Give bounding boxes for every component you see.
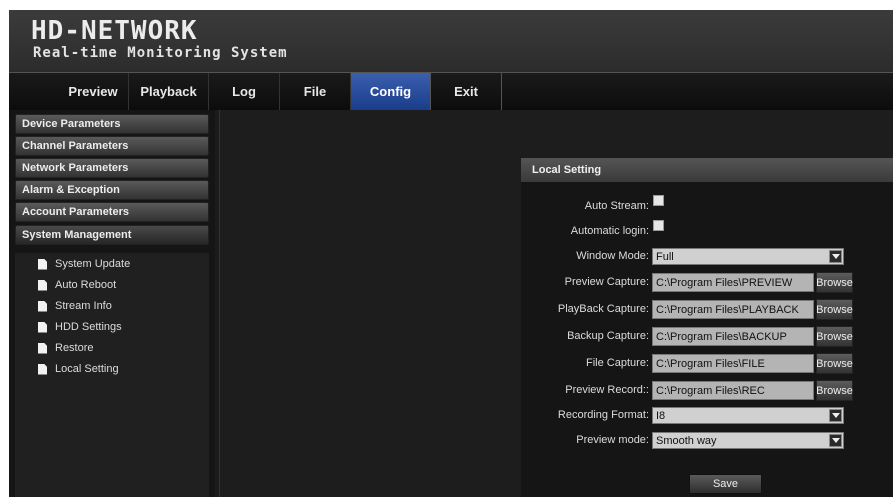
document-icon [38,300,47,312]
recording-format-label: Recording Format: [557,409,649,421]
tab-exit[interactable]: Exit [431,73,502,110]
sidebar-item-label: Local Setting [55,363,119,375]
automatic-login-label: Automatic login: [570,225,649,237]
sidebar-item-hdd-settings[interactable]: HDD Settings [38,319,122,335]
preview-capture-browse-button[interactable]: Browse [816,272,853,293]
preview-record-browse-button[interactable]: Browse [816,380,853,401]
sidebar-section-system-management[interactable]: System Management [15,225,209,245]
sidebar-item-local-setting[interactable]: Local Setting [38,361,119,377]
auto-stream-checkbox[interactable] [653,195,664,206]
preview-capture-input[interactable]: C:\Program Files\PREVIEW [652,273,814,292]
sidebar-item-system-update[interactable]: System Update [38,256,130,272]
sidebar-item-restore[interactable]: Restore [38,340,94,356]
preview-record-label: Preview Record:: [565,384,649,396]
automatic-login-checkbox[interactable] [653,220,664,231]
tab-preview[interactable]: Preview [58,73,129,110]
sidebar-item-stream-info[interactable]: Stream Info [38,298,112,314]
preview-record-input[interactable]: C:\Program Files\REC [652,381,814,400]
recording-format-value: I8 [656,409,666,422]
backup-capture-label: Backup Capture: [567,330,649,342]
document-icon [38,321,47,333]
window-mode-select[interactable]: Full [652,248,844,265]
brand-subtitle: Real-time Monitoring System [33,45,288,61]
file-capture-input[interactable]: C:\Program Files\FILE [652,354,814,373]
recording-format-select[interactable]: I8 [652,407,844,424]
sidebar-item-label: System Update [55,258,131,270]
sidebar: Device Parameters Channel Parameters Net… [9,110,215,497]
tab-config[interactable]: Config [351,73,431,110]
tab-log[interactable]: Log [209,73,280,110]
playback-capture-browse-button[interactable]: Browse [816,299,853,320]
document-icon [38,342,47,354]
file-capture-label: File Capture: [586,357,649,369]
local-setting-panel: Local Setting Auto Stream: Automatic log… [521,158,893,497]
chevron-down-icon[interactable] [829,250,842,263]
app-window: HD-NETWORK Real-time Monitoring System P… [9,10,893,497]
header: HD-NETWORK Real-time Monitoring System [9,10,893,72]
playback-capture-input[interactable]: C:\Program Files\PLAYBACK [652,300,814,319]
chevron-down-icon[interactable] [829,434,842,447]
playback-capture-label: PlayBack Capture: [557,303,649,315]
sidebar-item-label: Auto Reboot [55,279,117,291]
preview-mode-label: Preview mode: [576,434,649,446]
file-capture-browse-button[interactable]: Browse [816,353,853,374]
preview-mode-value: Smooth way [656,434,717,447]
sidebar-item-label: Stream Info [55,300,112,312]
save-button[interactable]: Save [689,474,762,494]
panel-title: Local Setting [521,158,893,182]
backup-capture-browse-button[interactable]: Browse [816,326,853,347]
sidebar-section-network-parameters[interactable]: Network Parameters [15,158,209,178]
document-icon [38,258,47,270]
tab-playback[interactable]: Playback [129,73,209,110]
window-mode-label: Window Mode: [576,250,649,262]
sidebar-section-alarm-exception[interactable]: Alarm & Exception [15,180,209,200]
sidebar-section-channel-parameters[interactable]: Channel Parameters [15,136,209,156]
sidebar-section-device-parameters[interactable]: Device Parameters [15,114,209,134]
main-nav: Preview Playback Log File Config Exit [9,72,893,110]
document-icon [38,279,47,291]
sidebar-item-label: Restore [55,342,94,354]
preview-capture-label: Preview Capture: [564,276,649,288]
preview-mode-select[interactable]: Smooth way [652,432,844,449]
auto-stream-label: Auto Stream: [584,200,649,212]
document-icon [38,363,47,375]
window-mode-value: Full [656,250,674,263]
brand-title: HD-NETWORK [31,16,198,46]
sidebar-item-label: HDD Settings [55,321,122,333]
backup-capture-input[interactable]: C:\Program Files\BACKUP [652,327,814,346]
tab-file[interactable]: File [280,73,351,110]
sidebar-section-account-parameters[interactable]: Account Parameters [15,202,209,222]
sidebar-item-auto-reboot[interactable]: Auto Reboot [38,277,116,293]
chevron-down-icon[interactable] [829,409,842,422]
